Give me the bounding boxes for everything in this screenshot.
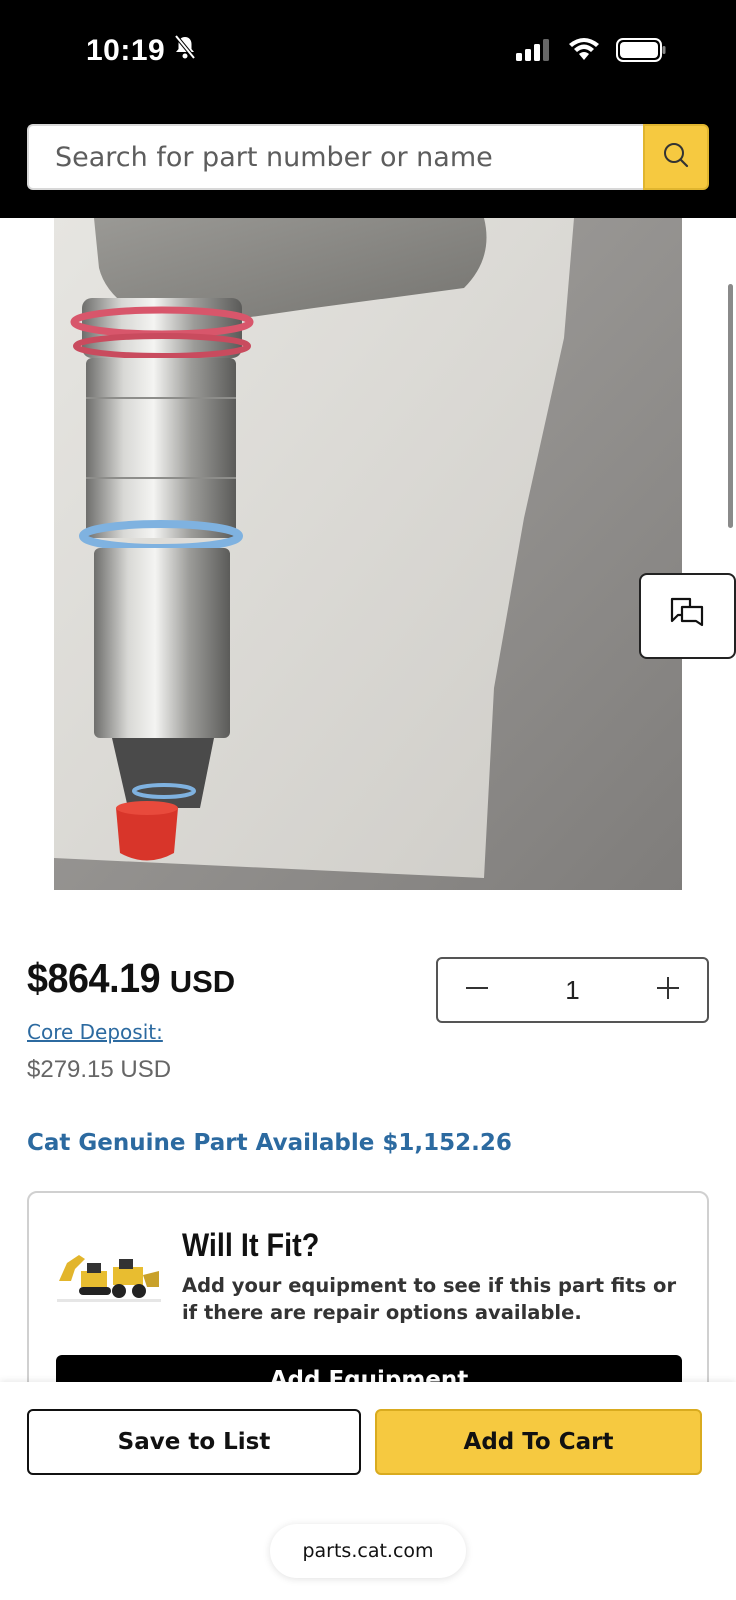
chat-button[interactable]: [639, 573, 736, 659]
cellular-signal-icon: [516, 39, 552, 66]
search-bar: [27, 124, 709, 190]
equipment-illustration-icon: [57, 1241, 161, 1305]
quantity-stepper: 1: [436, 957, 709, 1023]
quantity-value[interactable]: 1: [565, 975, 579, 1006]
product-image[interactable]: [54, 218, 682, 890]
bottom-action-bar: Save to List Add To Cart parts.cat.com: [0, 1382, 736, 1600]
chat-bubbles-icon: [668, 595, 708, 638]
price-currency: USD: [169, 964, 236, 999]
top-header: 10:19: [0, 0, 736, 218]
price: $864.19 USD: [27, 955, 235, 1002]
save-to-list-button[interactable]: Save to List: [27, 1409, 361, 1475]
plus-icon: [655, 975, 681, 1006]
battery-icon: [616, 38, 666, 67]
search-icon: [662, 141, 690, 174]
wifi-icon: [568, 38, 600, 67]
genuine-part-link[interactable]: Cat Genuine Part Available $1,152.26: [27, 1130, 512, 1156]
price-amount: $864.19: [27, 955, 161, 1001]
scrollbar[interactable]: [728, 284, 733, 528]
status-time-text: 10:19: [86, 34, 166, 67]
core-deposit-value: $279.15 USD: [27, 1056, 172, 1083]
bell-slash-icon: [173, 34, 197, 68]
status-time: 10:19: [86, 34, 197, 68]
fuel-injector-photo: [54, 218, 682, 890]
status-icons: [516, 38, 666, 67]
minus-icon: [464, 975, 490, 1006]
search-button[interactable]: [643, 124, 709, 190]
will-it-fit-description: Add your equipment to see if this part f…: [182, 1274, 677, 1324]
core-deposit-link[interactable]: Core Deposit:: [27, 1020, 163, 1044]
will-it-fit-title: Will It Fit?: [182, 1227, 320, 1263]
search-input[interactable]: [27, 124, 643, 190]
add-to-cart-button[interactable]: Add To Cart: [375, 1409, 702, 1475]
decrease-quantity-button[interactable]: [462, 975, 492, 1005]
increase-quantity-button[interactable]: [653, 975, 683, 1005]
browser-url-pill[interactable]: parts.cat.com: [270, 1524, 466, 1578]
